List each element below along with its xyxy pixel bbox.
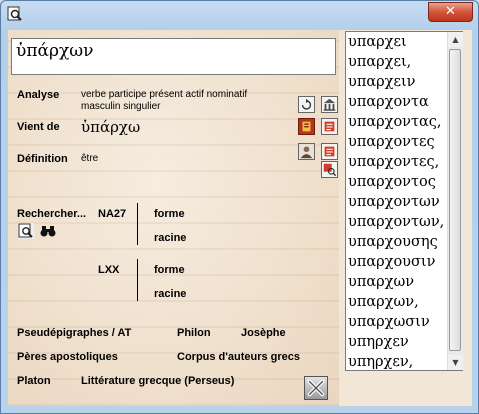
scroll-up-arrow-icon[interactable]: ▲ (448, 32, 463, 47)
word-form-item[interactable]: υπαρχουσης (346, 232, 462, 252)
word-form-item[interactable]: υπαρχουσιν (346, 252, 462, 272)
word-form-item[interactable]: υπαρχοντες (346, 132, 462, 152)
refresh-icon[interactable] (298, 96, 315, 113)
word-input[interactable]: ὑπάρχων (11, 38, 336, 75)
na27-divider (137, 203, 138, 245)
analyse-line2: masculin singulier (81, 101, 161, 112)
definition-value: être (81, 153, 99, 164)
analyse-label: Analyse (17, 89, 60, 101)
philon-link[interactable]: Philon (177, 327, 211, 339)
window-close-button[interactable]: ✕ (428, 2, 473, 22)
corpus-auteurs-grecs-link[interactable]: Corpus d'auteurs grecs (177, 351, 300, 363)
magnifier-app-icon (7, 6, 22, 21)
person-icon[interactable] (298, 143, 315, 160)
list-scrollbar[interactable]: ▲ ▼ (447, 32, 463, 370)
lxx-racine-link[interactable]: racine (154, 288, 186, 300)
word-form-item[interactable]: υπαρχωσιν (346, 312, 462, 332)
josephe-link[interactable]: Josèphe (241, 327, 286, 339)
main-panel: ὑπάρχων Analyse verbe participe présent … (8, 30, 472, 406)
analyse-line1: verbe participe présent actif nominatif (81, 89, 248, 100)
scroll-icon[interactable] (321, 118, 338, 135)
word-form-item[interactable]: υπαρχοντος (346, 172, 462, 192)
lxx-forme-link[interactable]: forme (154, 264, 185, 276)
platon-link[interactable]: Platon (17, 375, 51, 387)
book-icon[interactable] (298, 118, 315, 135)
lxx-divider (137, 259, 138, 301)
na27-label: NA27 (98, 208, 127, 220)
litterature-grecque-link[interactable]: Littérature grecque (Perseus) (81, 375, 234, 387)
building-icon[interactable] (321, 96, 338, 113)
scroll-thumb[interactable] (449, 49, 461, 351)
word-form-item[interactable]: υπηρχεν (346, 332, 462, 352)
scroll-down-arrow-icon[interactable]: ▼ (448, 355, 463, 370)
definition-label: Définition (17, 153, 68, 165)
binoculars-icon[interactable] (40, 223, 56, 239)
word-form-item[interactable]: υπαρχοντας, (346, 112, 462, 132)
word-form-item[interactable]: υπαρχοντων (346, 192, 462, 212)
word-form-item[interactable]: υπαρχει (346, 32, 462, 52)
peres-apostoliques-link[interactable]: Pères apostoliques (17, 351, 118, 363)
word-form-item[interactable]: υπηρχεν, (346, 352, 462, 370)
word-form-item[interactable]: υπαρχειν (346, 72, 462, 92)
title-bar[interactable]: ✕ (1, 1, 478, 29)
na27-forme-link[interactable]: forme (154, 208, 185, 220)
vient-de-value[interactable]: ὑπάρχω (81, 118, 140, 136)
document-search-icon[interactable] (18, 223, 34, 239)
word-form-item[interactable]: υπαρχει, (346, 52, 462, 72)
word-form-item[interactable]: υπαρχων, (346, 292, 462, 312)
word-form-item[interactable]: υπαρχοντες, (346, 152, 462, 172)
word-forms-list[interactable]: υπαρχει υπαρχει, υπαρχειν υπαρχοντα υπαρχοντ… (345, 31, 463, 371)
na27-racine-link[interactable]: racine (154, 232, 186, 244)
vient-de-label: Vient de (17, 121, 60, 133)
rechercher-label: Rechercher... (17, 208, 87, 220)
lxx-label: LXX (98, 264, 120, 276)
clear-close-button[interactable] (304, 376, 328, 400)
scroll-icon-2[interactable] (321, 143, 338, 160)
word-form-item[interactable]: υπαρχων (346, 272, 462, 292)
word-form-item[interactable]: υπαρχοντα (346, 92, 462, 112)
word-forms-items: υπαρχει υπαρχει, υπαρχειν υπαρχοντα υπαρχοντ… (346, 32, 462, 370)
scroll-search-icon[interactable] (321, 161, 338, 178)
pseudepigraphes-link[interactable]: Pseudépigraphes / AT (17, 327, 131, 339)
word-form-item[interactable]: υπαρχοντων, (346, 212, 462, 232)
app-window: ✕ ὑπάρχων Analyse verbe participe présen… (0, 0, 479, 414)
